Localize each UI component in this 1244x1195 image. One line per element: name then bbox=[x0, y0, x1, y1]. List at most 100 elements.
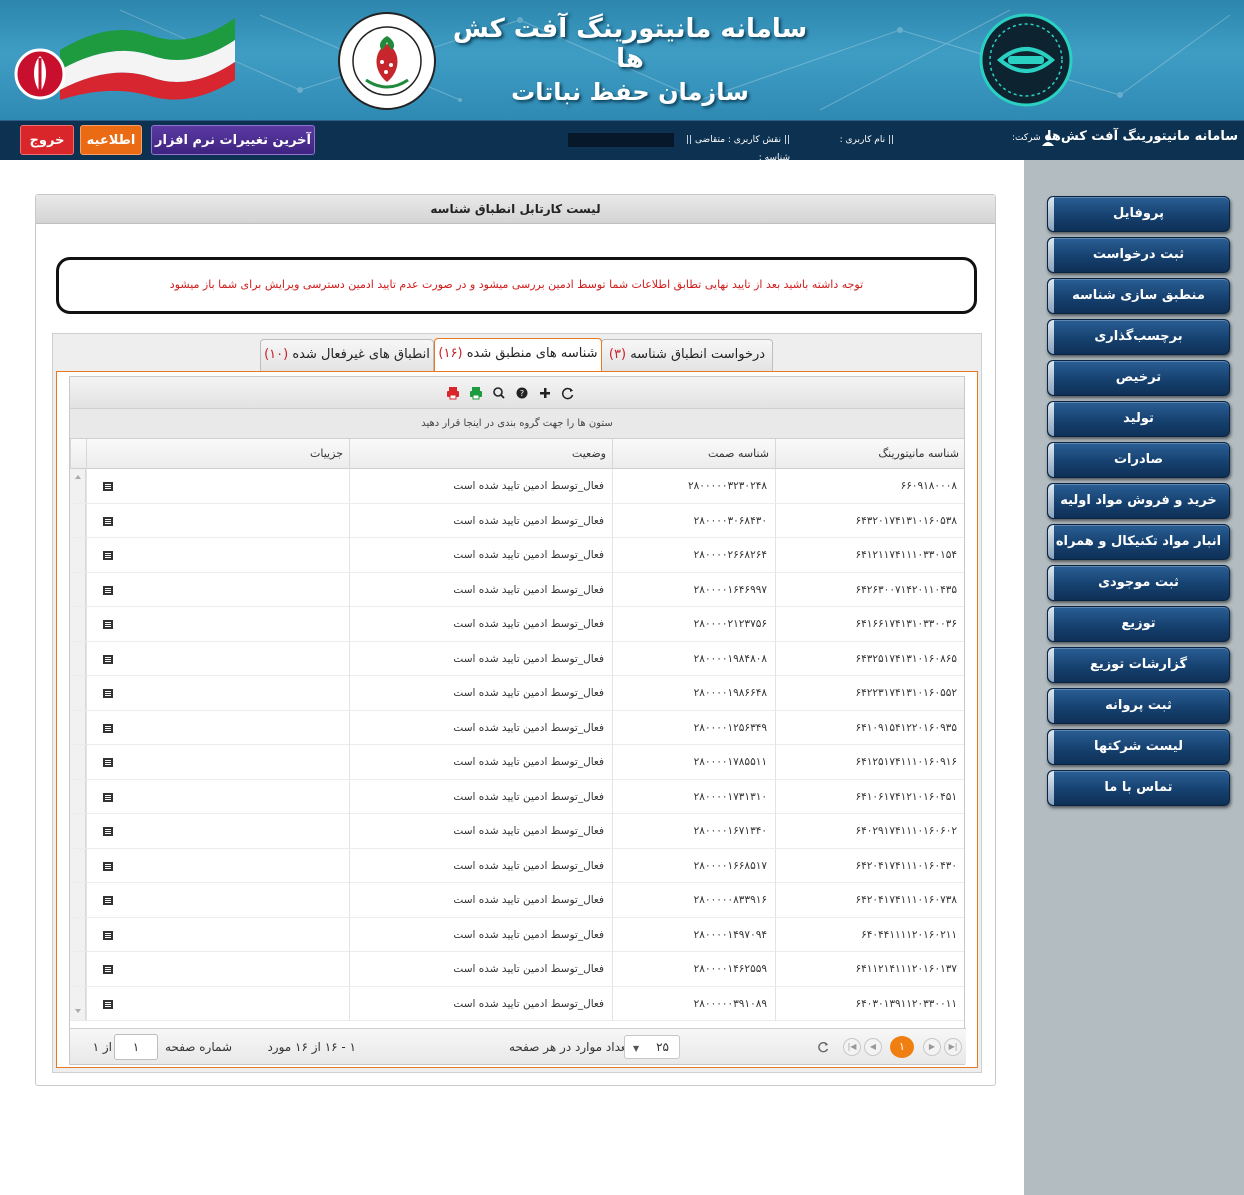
logout-button[interactable]: خروج bbox=[20, 125, 74, 155]
column-samt-id[interactable]: شناسه صمت bbox=[612, 439, 775, 469]
sidebar-item-raw-materials[interactable]: خرید و فروش مواد اولیه bbox=[1047, 483, 1230, 519]
column-details[interactable]: جزییات bbox=[86, 439, 349, 469]
table-row[interactable]: ۶۴۱۲۱۱۷۴۱۱۱۰۳۳۰۱۵۴ ۲۸۰۰۰۰۲۶۶۸۲۶۴ فعال_توسط… bbox=[70, 538, 964, 573]
table-row[interactable]: ۶۴۰۳۰۱۳۹۱۱۲۰۳۳۰۰۱۱ ۲۸۰۰۰۰۰۳۹۱۰۸۹ فعال_توسط… bbox=[70, 986, 964, 1021]
print-red-icon[interactable] bbox=[445, 385, 461, 401]
table-row[interactable]: ۶۴۱۰۶۱۷۴۱۲۱۰۱۶۰۴۵۱ ۲۸۰۰۰۰۱۷۳۱۳۱۰ فعال_توسط… bbox=[70, 779, 964, 814]
details-list-icon[interactable] bbox=[103, 930, 113, 940]
sidebar-item-profile[interactable]: پروفایل bbox=[1047, 196, 1230, 232]
column-monitoring-id[interactable]: شناسه مانیتورینگ bbox=[775, 439, 965, 469]
announcements-button[interactable]: اطلاعیه bbox=[80, 125, 142, 155]
monitoring-id-cell: ۶۴۲۲۳۱۷۴۱۳۱۰۱۶۰۵۵۲ bbox=[775, 676, 964, 710]
details-list-icon[interactable] bbox=[103, 827, 113, 836]
sidebar-item-distribution-reports[interactable]: گزارشات توزیع bbox=[1047, 647, 1230, 683]
tab-count: (۱۰) bbox=[264, 347, 289, 362]
group-by-area[interactable]: ستون ها را جهت گروه بندی در اینجا قرار د… bbox=[70, 409, 964, 439]
data-grid: ? ستون ها را جهت گروه بندی در اینجا قرار… bbox=[69, 376, 966, 1065]
page-number-input[interactable]: ۱ bbox=[114, 1034, 158, 1060]
top-navigation-bar: خروج اطلاعیه آخرین تغییرات نرم افزار || … bbox=[0, 120, 1244, 163]
details-list-icon[interactable] bbox=[103, 516, 113, 526]
details-list-icon[interactable] bbox=[103, 585, 113, 595]
column-status[interactable]: وضعیت bbox=[349, 439, 612, 469]
table-row[interactable]: ۶۴۳۲۵۱۷۴۱۳۱۰۱۶۰۸۶۵ ۲۸۰۰۰۰۱۹۸۴۸۰۸ فعال_توسط… bbox=[70, 641, 964, 676]
samt-id-cell: ۲۸۰۰۰۰۱۶۴۶۹۹۷ bbox=[612, 572, 775, 607]
samt-id-cell: ۲۸۰۰۰۰۳۰۶۸۴۳۰ bbox=[612, 503, 775, 538]
tab-label: درخواست انطباق شناسه bbox=[630, 347, 766, 362]
details-cell bbox=[86, 641, 349, 676]
sidebar-item-companies[interactable]: لیست شرکتها bbox=[1047, 729, 1230, 765]
search-icon[interactable] bbox=[491, 385, 507, 401]
tab-match-requests[interactable]: درخواست انطباق شناسه (۳) bbox=[601, 339, 773, 371]
prev-page-icon[interactable]: ▶ bbox=[923, 1038, 941, 1056]
sidebar-item-production[interactable]: تولید bbox=[1047, 401, 1230, 437]
tab-label: انطباق های غیرفعال شده bbox=[292, 347, 430, 362]
details-list-icon[interactable] bbox=[103, 758, 113, 767]
tab-content: ? ستون ها را جهت گروه بندی در اینجا قرار… bbox=[56, 371, 978, 1068]
sidebar-item-distribution[interactable]: توزیع bbox=[1047, 606, 1230, 642]
samt-id-cell: ۲۸۰۰۰۰۱۹۸۴۸۰۸ bbox=[612, 641, 775, 676]
app-name-label: سامانه مانیتورینگ آفت کش‌ها bbox=[1046, 129, 1238, 144]
table-row[interactable]: ۶۴۲۰۴۱۷۴۱۱۱۰۱۶۰۴۳۰ ۲۸۰۰۰۰۱۶۶۸۵۱۷ فعال_توسط… bbox=[70, 848, 964, 883]
details-cell bbox=[86, 779, 349, 814]
details-list-icon[interactable] bbox=[103, 482, 113, 491]
sidebar-item-labeling[interactable]: برچسب‌گذاری bbox=[1047, 319, 1230, 355]
details-list-icon[interactable] bbox=[103, 896, 113, 905]
monitoring-id-cell: ۶۴۰۲۹۱۷۴۱۱۱۰۱۶۰۶۰۲ bbox=[775, 814, 964, 848]
sidebar-item-warehouse[interactable]: انبار مواد تکنیکال و همراه bbox=[1047, 524, 1230, 560]
details-list-icon[interactable] bbox=[103, 861, 113, 871]
details-list-icon[interactable] bbox=[103, 965, 113, 974]
sidebar-item-inventory[interactable]: ثبت موجودی bbox=[1047, 565, 1230, 601]
details-cell bbox=[86, 745, 349, 779]
tab-matched-ids[interactable]: شناسه های منطبق شده (۱۶) bbox=[434, 338, 602, 372]
details-list-icon[interactable] bbox=[103, 792, 113, 802]
monitoring-id-cell: ۶۴۲۰۴۱۷۴۱۱۱۰۱۶۰۴۳۰ bbox=[775, 848, 964, 883]
details-list-icon[interactable] bbox=[103, 723, 113, 733]
page-size-select[interactable]: ۲۵ ▼ bbox=[624, 1035, 680, 1059]
details-list-icon[interactable] bbox=[103, 620, 113, 629]
redacted-id bbox=[568, 133, 674, 147]
table-row[interactable]: ۶۴۲۲۳۱۷۴۱۳۱۰۱۶۰۵۵۲ ۲۸۰۰۰۰۱۹۸۶۶۴۸ فعال_توسط… bbox=[70, 676, 964, 711]
sidebar-item-register-license[interactable]: ثبت پروانه bbox=[1047, 688, 1230, 724]
table-row[interactable]: ۶۴۱۲۵۱۷۴۱۱۱۰۱۶۰۹۱۶ ۲۸۰۰۰۰۱۷۸۵۵۱۱ فعال_توسط… bbox=[70, 745, 964, 780]
tab-disabled-matches[interactable]: انطباق های غیرفعال شده (۱۰) bbox=[260, 339, 434, 371]
monitoring-id-cell: ۶۴۳۲۰۱۷۴۱۳۱۰۱۶۰۵۳۸ bbox=[775, 503, 964, 538]
sidebar-item-register-request[interactable]: ثبت درخواست bbox=[1047, 237, 1230, 273]
refresh-icon[interactable] bbox=[560, 385, 576, 401]
sidebar-item-export[interactable]: صادرات bbox=[1047, 442, 1230, 478]
samt-id-cell: ۲۸۰۰۰۰۱۴۹۷۰۹۴ bbox=[612, 917, 775, 952]
first-page-icon[interactable]: ▶| bbox=[944, 1038, 962, 1056]
table-row[interactable]: ۶۴۰۴۴۱۱۱۱۲۰۱۶۰۲۱۱ ۲۸۰۰۰۰۱۴۹۷۰۹۴ فعال_توسط … bbox=[70, 917, 964, 952]
table-row[interactable]: ۶۴۱۰۹۱۵۴۱۲۲۰۱۶۰۹۳۵ ۲۸۰۰۰۰۱۲۵۶۳۴۹ فعال_توسط… bbox=[70, 710, 964, 745]
table-row[interactable]: ۶۴۱۱۲۱۴۱۱۱۲۰۱۶۰۱۳۷ ۲۸۰۰۰۰۱۴۶۲۵۵۹ فعال_توسط… bbox=[70, 952, 964, 987]
status-cell: فعال_توسط ادمین تایید شده است bbox=[349, 779, 612, 814]
table-row[interactable]: ۶۴۲۰۴۱۷۴۱۱۱۰۱۶۰۷۳۸ ۲۸۰۰۰۰۰۸۳۳۹۱۶ فعال_توسط… bbox=[70, 883, 964, 918]
software-changes-button[interactable]: آخرین تغییرات نرم افزار bbox=[151, 125, 315, 155]
table-row[interactable]: ۶۶۰۹۱۸۰۰۰۸ ۲۸۰۰۰۰۰۳۲۳۰۲۴۸ فعال_توسط ادمین … bbox=[70, 469, 964, 504]
details-cell bbox=[86, 883, 349, 917]
status-cell: فعال_توسط ادمین تایید شده است bbox=[349, 503, 612, 538]
sidebar-item-id-matching[interactable]: منطبق سازی شناسه bbox=[1047, 278, 1230, 314]
iran-emblem-icon bbox=[14, 48, 66, 100]
help-icon[interactable]: ? bbox=[514, 385, 530, 401]
sidebar-item-contact[interactable]: تماس با ما bbox=[1047, 770, 1230, 806]
print-green-icon[interactable] bbox=[468, 385, 484, 401]
details-list-icon[interactable] bbox=[103, 654, 113, 664]
details-list-icon[interactable] bbox=[103, 999, 113, 1009]
next-page-icon[interactable]: ◀ bbox=[864, 1038, 882, 1056]
details-list-icon[interactable] bbox=[103, 689, 113, 698]
reload-icon[interactable] bbox=[816, 1040, 830, 1054]
tab-strip: درخواست انطباق شناسه (۳) شناسه های منطبق… bbox=[52, 333, 982, 1073]
details-list-icon[interactable] bbox=[103, 551, 113, 560]
details-cell bbox=[86, 710, 349, 745]
table-row[interactable]: ۶۴۰۲۹۱۷۴۱۱۱۰۱۶۰۶۰۲ ۲۸۰۰۰۰۱۶۷۱۳۴۰ فعال_توسط… bbox=[70, 814, 964, 849]
table-row[interactable]: ۶۴۱۶۶۱۷۴۱۳۱۰۳۳۰۰۳۶ ۲۸۰۰۰۰۲۱۲۳۷۵۶ فعال_توسط… bbox=[70, 607, 964, 642]
plant-protection-logo bbox=[338, 12, 436, 110]
page-button-active[interactable]: ۱ bbox=[890, 1036, 914, 1058]
table-row[interactable]: ۶۴۲۶۳۰۰۷۱۴۲۰۱۱۰۴۳۵ ۲۸۰۰۰۰۱۶۴۶۹۹۷ فعال_توسط… bbox=[70, 572, 964, 607]
last-page-icon[interactable]: |◀ bbox=[843, 1038, 861, 1056]
sidebar-item-clearance[interactable]: ترخیص bbox=[1047, 360, 1230, 396]
add-icon[interactable] bbox=[537, 385, 553, 401]
samt-id-cell: ۲۸۰۰۰۰۰۳۲۳۰۲۴۸ bbox=[612, 469, 775, 503]
table-row[interactable]: ۶۴۳۲۰۱۷۴۱۳۱۰۱۶۰۵۳۸ ۲۸۰۰۰۰۳۰۶۸۴۳۰ فعال_توسط… bbox=[70, 503, 964, 538]
company-label: شرکت: bbox=[1012, 133, 1041, 143]
